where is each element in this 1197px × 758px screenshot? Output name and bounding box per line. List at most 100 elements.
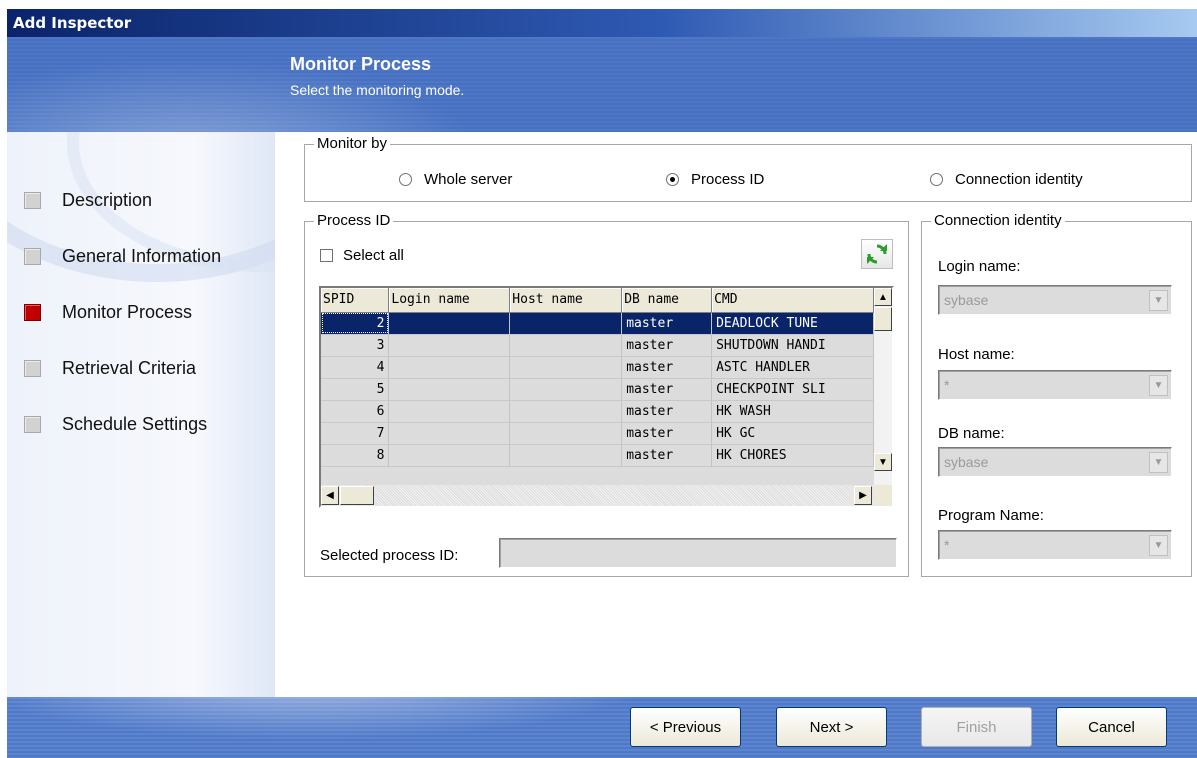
scroll-thumb[interactable] bbox=[874, 307, 892, 331]
horizontal-scrollbar[interactable]: ◀ ▶ bbox=[321, 485, 874, 506]
wizard-header: Monitor Process Select the monitoring mo… bbox=[7, 37, 1197, 132]
table-row[interactable]: 6 master HK WASH bbox=[321, 400, 874, 423]
cell-cmd: CHECKPOINT SLI bbox=[711, 378, 874, 401]
scroll-up-icon[interactable]: ▲ bbox=[874, 288, 892, 306]
table-row[interactable]: 8 master HK CHORES bbox=[321, 444, 874, 467]
step-indicator-icon bbox=[24, 247, 41, 265]
monitor-by-group: Monitor by Whole server Process ID Conne… bbox=[304, 135, 1192, 202]
combo-value: sybase bbox=[944, 454, 989, 470]
cell-cmd: ASTC HANDLER bbox=[711, 356, 874, 379]
step-retrieval-criteria[interactable]: Retrieval Criteria bbox=[24, 355, 196, 381]
cell-cmd: SHUTDOWN HANDI bbox=[711, 334, 874, 357]
process-id-group: Process ID Select all SPID Login name Ho… bbox=[304, 212, 909, 577]
radio-label: Connection identity bbox=[955, 171, 1083, 188]
scroll-right-icon[interactable]: ▶ bbox=[854, 486, 872, 505]
cell-host bbox=[509, 444, 623, 467]
table-row[interactable]: 3 master SHUTDOWN HANDI bbox=[321, 334, 874, 357]
login-name-combo[interactable]: sybase ▼ bbox=[938, 285, 1172, 315]
step-label: Schedule Settings bbox=[62, 413, 208, 434]
chevron-down-icon[interactable]: ▼ bbox=[1149, 375, 1168, 396]
table-row[interactable]: 7 master HK GC bbox=[321, 422, 874, 445]
checkbox-icon bbox=[320, 249, 333, 262]
step-indicator-icon bbox=[24, 359, 41, 377]
page-title: Monitor Process bbox=[290, 54, 432, 74]
cell-db: master bbox=[621, 422, 713, 445]
select-all-label: Select all bbox=[343, 247, 404, 264]
cell-spid: 5 bbox=[321, 378, 390, 401]
column-header-db-name[interactable]: DB name bbox=[621, 288, 713, 313]
cell-spid: 7 bbox=[321, 422, 390, 445]
horizontal-scroll-thumb[interactable] bbox=[340, 486, 374, 505]
table-row[interactable]: 4 master ASTC HANDLER bbox=[321, 356, 874, 379]
scroll-down-icon[interactable]: ▼ bbox=[874, 453, 892, 471]
step-description[interactable]: Description bbox=[24, 187, 152, 213]
wizard-steps-sidebar: Description General Information Monitor … bbox=[7, 132, 275, 697]
chevron-down-icon[interactable]: ▼ bbox=[1149, 452, 1168, 473]
cell-spid: 3 bbox=[321, 334, 390, 357]
radio-connection-identity[interactable]: Connection identity bbox=[930, 171, 1083, 188]
previous-button[interactable]: < Previous bbox=[630, 707, 741, 747]
step-label: Monitor Process bbox=[62, 301, 193, 322]
scroll-left-icon[interactable]: ◀ bbox=[321, 486, 339, 505]
step-label: Description bbox=[62, 189, 153, 210]
cell-login bbox=[388, 422, 511, 445]
cell-db: master bbox=[621, 378, 713, 401]
cell-spid: 4 bbox=[321, 356, 390, 379]
cell-cmd: DEADLOCK TUNE bbox=[711, 312, 874, 335]
step-label: General Information bbox=[62, 245, 222, 266]
radio-label: Process ID bbox=[691, 171, 765, 188]
step-schedule-settings[interactable]: Schedule Settings bbox=[24, 411, 207, 437]
program-name-combo[interactable]: * ▼ bbox=[938, 530, 1172, 560]
combo-value: sybase bbox=[944, 292, 989, 308]
process-table[interactable]: SPID Login name Host name DB name CMD 2 bbox=[319, 286, 894, 508]
process-id-legend: Process ID bbox=[314, 212, 394, 229]
cell-host bbox=[509, 422, 623, 445]
cell-cmd: HK GC bbox=[711, 422, 874, 445]
scroll-corner bbox=[874, 485, 892, 506]
column-header-host-name[interactable]: Host name bbox=[509, 288, 623, 313]
column-header-login-name[interactable]: Login name bbox=[388, 288, 511, 313]
step-label: Retrieval Criteria bbox=[62, 357, 197, 378]
table-row[interactable]: 5 master CHECKPOINT SLI bbox=[321, 378, 874, 401]
cell-host bbox=[509, 334, 623, 357]
step-general-information[interactable]: General Information bbox=[24, 243, 221, 269]
db-name-label: DB name: bbox=[938, 425, 1005, 442]
cell-login bbox=[388, 400, 511, 423]
radio-label: Whole server bbox=[424, 171, 513, 188]
vertical-scrollbar[interactable]: ▲ ▼ bbox=[874, 288, 892, 485]
step-indicator-icon bbox=[24, 191, 41, 209]
cell-db: master bbox=[621, 356, 713, 379]
table-header-row: SPID Login name Host name DB name CMD bbox=[321, 288, 874, 313]
login-name-label: Login name: bbox=[938, 258, 1021, 275]
step-monitor-process[interactable]: Monitor Process bbox=[24, 299, 192, 325]
select-all-checkbox[interactable]: Select all bbox=[320, 247, 404, 264]
table-row[interactable]: 2 master DEADLOCK TUNE bbox=[321, 312, 874, 335]
selected-process-id-field[interactable] bbox=[499, 538, 897, 568]
refresh-icon bbox=[867, 244, 887, 264]
radio-whole-server[interactable]: Whole server bbox=[399, 171, 512, 188]
radio-process-id[interactable]: Process ID bbox=[666, 171, 764, 188]
column-header-spid[interactable]: SPID bbox=[321, 288, 390, 313]
cell-login bbox=[388, 444, 511, 467]
program-name-label: Program Name: bbox=[938, 507, 1044, 524]
cell-login bbox=[388, 334, 511, 357]
chevron-down-icon[interactable]: ▼ bbox=[1149, 290, 1168, 311]
cancel-button[interactable]: Cancel bbox=[1056, 707, 1167, 747]
add-inspector-window: Add Inspector Monitor Process Select the… bbox=[0, 0, 1197, 758]
cell-db: master bbox=[621, 400, 713, 423]
db-name-combo[interactable]: sybase ▼ bbox=[938, 447, 1172, 477]
title-bar: Add Inspector bbox=[7, 9, 1197, 37]
column-header-cmd[interactable]: CMD bbox=[711, 288, 874, 313]
cell-cmd: HK CHORES bbox=[711, 444, 874, 467]
finish-button[interactable]: Finish bbox=[921, 707, 1032, 747]
refresh-button[interactable] bbox=[861, 239, 893, 269]
cell-host bbox=[509, 356, 623, 379]
chevron-down-icon[interactable]: ▼ bbox=[1149, 535, 1168, 556]
cell-host bbox=[509, 400, 623, 423]
next-button[interactable]: Next > bbox=[776, 707, 887, 747]
page-subtitle: Select the monitoring mode. bbox=[290, 82, 465, 98]
cell-cmd: HK WASH bbox=[711, 400, 874, 423]
host-name-combo[interactable]: * ▼ bbox=[938, 370, 1172, 400]
wizard-content: Monitor by Whole server Process ID Conne… bbox=[275, 132, 1197, 697]
step-indicator-icon bbox=[24, 415, 41, 433]
